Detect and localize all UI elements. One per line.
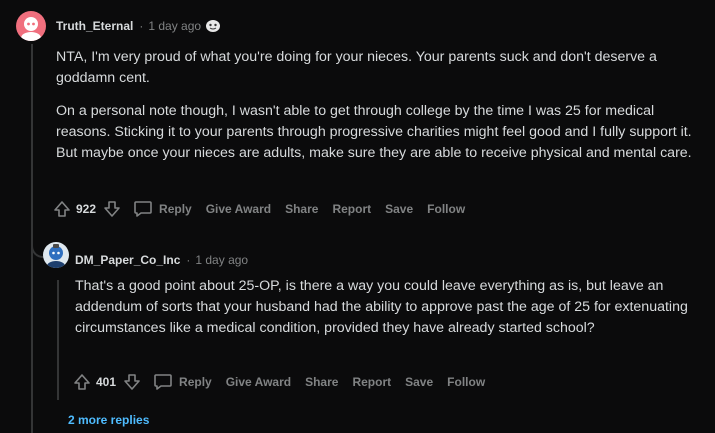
upvote-icon[interactable] <box>73 373 91 391</box>
username[interactable]: DM_Paper_Co_Inc <box>75 253 180 267</box>
report-button[interactable]: Report <box>352 375 391 389</box>
timestamp[interactable]: 1 day ago <box>195 253 248 267</box>
comment-body: NTA, I'm very proud of what you're doing… <box>56 47 701 176</box>
comment-icon[interactable] <box>133 200 153 218</box>
avatar[interactable] <box>43 242 69 268</box>
report-button[interactable]: Report <box>332 202 371 216</box>
comment-paragraph: That's a good point about 25-OP, is ther… <box>75 278 688 336</box>
follow-button[interactable]: Follow <box>447 375 485 389</box>
comment-paragraph: NTA, I'm very proud of what you're doing… <box>56 49 657 86</box>
vote-count: 922 <box>76 202 97 216</box>
give-award-button[interactable]: Give Award <box>226 375 291 389</box>
vote-count: 401 <box>96 375 117 389</box>
separator: · <box>139 19 144 33</box>
comment-header: DM_Paper_Co_Inc · 1 day ago <box>75 253 248 267</box>
comment-actions: 401 Reply Give Award Share Report Save F… <box>73 373 499 391</box>
more-replies-link[interactable]: 2 more replies <box>68 413 149 427</box>
comment-header: Truth_Eternal · 1 day ago <box>56 19 221 33</box>
upvote-icon[interactable] <box>53 200 71 218</box>
avatar[interactable] <box>16 11 46 41</box>
comment-paragraph: On a personal note though, I wasn't able… <box>56 103 692 161</box>
downvote-icon[interactable] <box>123 373 141 391</box>
give-award-button[interactable]: Give Award <box>206 202 271 216</box>
comment-body: That's a good point about 25-OP, is ther… <box>75 276 697 351</box>
comment-icon[interactable] <box>153 373 173 391</box>
comment-actions: 922 Reply Give Award Share Report Save F… <box>53 200 479 218</box>
downvote-icon[interactable] <box>103 200 121 218</box>
reply-button[interactable]: Reply <box>159 202 192 216</box>
award-icon <box>205 19 221 33</box>
thread-line[interactable] <box>57 280 59 400</box>
separator: · <box>186 253 191 267</box>
reply-button[interactable]: Reply <box>179 375 212 389</box>
follow-button[interactable]: Follow <box>427 202 465 216</box>
save-button[interactable]: Save <box>385 202 413 216</box>
timestamp[interactable]: 1 day ago <box>148 19 201 33</box>
share-button[interactable]: Share <box>285 202 318 216</box>
save-button[interactable]: Save <box>405 375 433 389</box>
share-button[interactable]: Share <box>305 375 338 389</box>
username[interactable]: Truth_Eternal <box>56 19 133 33</box>
